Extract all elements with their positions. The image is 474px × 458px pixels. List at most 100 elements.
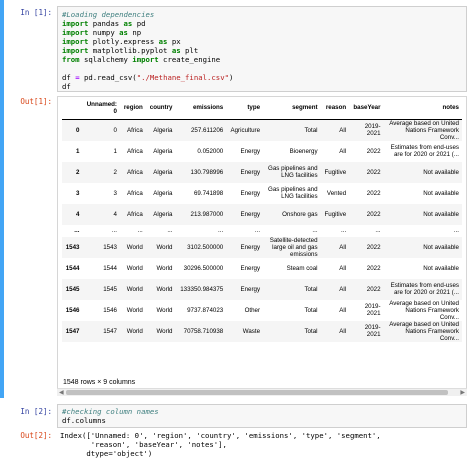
row-index: 1 — [76, 147, 80, 155]
table-cell: 0 — [113, 126, 117, 134]
table-cell: ... — [312, 227, 318, 234]
output-prompt-2: Out[2]: — [20, 431, 52, 440]
table-cell: Algeria — [153, 126, 173, 134]
scroll-left-icon[interactable]: ◀ — [59, 389, 64, 397]
table-row: 0 0 Africa Algeria 257.611206 Agriculture Tota… — [62, 119, 462, 141]
table-cell: ... — [218, 227, 224, 234]
code-token: import — [62, 46, 89, 55]
table-cell: 1544 — [103, 264, 117, 272]
row-index: 1544 — [65, 264, 80, 272]
table-cell: Steam coal — [286, 264, 318, 272]
table-cell: Gas pipelines and LNG facilities — [268, 165, 318, 179]
table-row: 4 4 Africa Algeria 213.987000 Energy Onshore g… — [62, 203, 462, 225]
table-cell: ... — [254, 227, 261, 234]
table-cell: 9737.874023 — [187, 306, 224, 314]
code-token: import — [132, 55, 159, 64]
table-cell: 257.611206 — [190, 126, 224, 134]
table-row: 3 3 Africa Algeria 69.741898 Energy Gas pipeli… — [62, 183, 462, 204]
selected-cell-indicator — [0, 0, 4, 398]
table-cell: 1547 — [103, 327, 117, 335]
code-line: df — [62, 82, 462, 91]
dataframe-shape-label: 1548 rows × 9 columns — [63, 379, 136, 386]
table-cell: 2022 — [366, 210, 381, 218]
table-cell: Total — [304, 327, 318, 335]
table-cell: Vented — [326, 189, 347, 197]
input-prompt-1: In [1]: — [20, 8, 52, 17]
table-cell: Satellite-detected large oil and gas emiss… — [269, 236, 318, 258]
table-cell: Fugitive — [324, 210, 347, 218]
table-cell: 133350.984375 — [180, 285, 224, 293]
table-cell: All — [339, 264, 347, 272]
table-cell: 2022 — [366, 168, 381, 176]
code-token: as — [123, 19, 133, 28]
output-prompt-1: Out[1]: — [20, 97, 52, 106]
code-token: px — [167, 37, 181, 46]
table-cell: Bioenergy — [289, 147, 318, 155]
row-index: 1547 — [65, 327, 80, 335]
row-index: 0 — [76, 126, 80, 134]
code-token: np — [127, 28, 142, 37]
code-token: sqlalchemy — [79, 55, 133, 64]
table-cell: Waste — [242, 327, 261, 335]
column-header: notes — [383, 97, 462, 120]
row-index: 4 — [76, 210, 80, 218]
column-header: region — [119, 97, 146, 120]
column-header: segment — [263, 97, 321, 120]
code-token: ) — [228, 73, 234, 82]
code-editor-2[interactable]: #checking column names df.columns — [57, 404, 467, 428]
horizontal-scrollbar[interactable]: ◀ ▶ — [57, 388, 467, 396]
table-cell: Gas pipelines and LNG facilities — [268, 186, 318, 200]
table-cell: 2022 — [366, 285, 381, 293]
code-token: import — [62, 37, 89, 46]
table-cell: Average based on United Nations Framework… — [389, 320, 459, 342]
row-index: 1545 — [65, 285, 80, 293]
output-line: 'reason', 'baseYear', 'notes'], — [60, 440, 227, 449]
table-cell: Africa — [126, 168, 143, 176]
table-cell: Algeria — [153, 147, 173, 155]
table-cell: 1545 — [103, 285, 117, 293]
table-cell: Not available — [423, 210, 459, 218]
code-token: import — [62, 19, 89, 28]
dataframe-table: Unnamed: 0 region country emissions type segme… — [62, 97, 462, 342]
code-line: import pandas as pd — [62, 19, 462, 28]
table-cell: 1546 — [103, 306, 117, 314]
table-cell: Not available — [423, 264, 459, 272]
table-cell: Fugitive — [324, 168, 347, 176]
row-index: 3 — [76, 189, 80, 197]
code-token: df — [62, 82, 71, 91]
table-body: 0 0 Africa Algeria 257.611206 Agriculture Tota… — [62, 119, 462, 342]
code-line: import plotly.express as px — [62, 37, 462, 46]
code-line: from sqlalchemy import create_engine — [62, 55, 462, 64]
table-cell: Agriculture — [230, 126, 261, 134]
row-index: 1543 — [65, 243, 80, 251]
columns-output: Index(['Unnamed: 0', 'region', 'country'… — [60, 431, 381, 458]
code-token: create_engine — [158, 55, 221, 64]
scrollbar-thumb[interactable] — [66, 390, 448, 395]
code-token: import — [62, 28, 89, 37]
code-token: pd.read_csv( — [79, 73, 137, 82]
table-cell: 30296.500000 — [183, 264, 224, 272]
index-header — [62, 97, 83, 120]
table-cell: Onshore gas — [282, 210, 318, 218]
table-cell: Total — [304, 126, 318, 134]
table-cell: ... — [453, 227, 459, 234]
table-cell: 130.798996 — [190, 168, 224, 176]
table-cell: Algeria — [153, 189, 173, 197]
table-cell: Estimates from end-uses are for 2020 or 2… — [390, 144, 459, 158]
table-cell: Estimates from end-uses are for 2020 or 2… — [390, 282, 459, 296]
table-row: 1547 1547 World World 70758.710938 Waste Total… — [62, 320, 462, 342]
table-cell: World — [126, 327, 143, 335]
notebook-cell-1[interactable]: In [1]: #Loading dependencies import pand… — [0, 0, 474, 398]
table-cell: 213.987000 — [190, 210, 224, 218]
table-cell: Total — [304, 306, 318, 314]
code-editor-1[interactable]: #Loading dependencies import pandas as pd… — [57, 6, 467, 92]
table-cell: 3102.500000 — [187, 243, 224, 251]
table-cell: 2019- 2021 — [364, 324, 381, 338]
table-cell: 2022 — [366, 189, 381, 197]
table-cell: World — [156, 243, 173, 251]
output-line: Index(['Unnamed: 0', 'region', 'country'… — [60, 431, 381, 440]
scroll-right-icon[interactable]: ▶ — [460, 389, 465, 397]
table-cell: Energy — [240, 264, 261, 272]
code-line: import numpy as np — [62, 28, 462, 37]
